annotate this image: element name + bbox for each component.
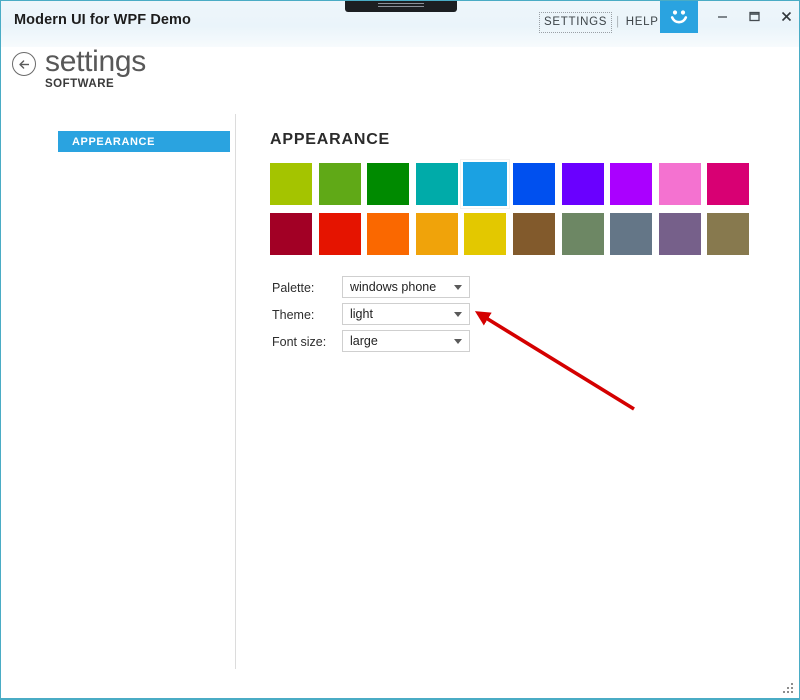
maximize-icon xyxy=(748,11,760,21)
resize-grip-dot xyxy=(791,691,793,693)
accent-swatch-red[interactable] xyxy=(318,213,361,255)
smiley-face-glyph xyxy=(670,10,688,24)
link-separator: | xyxy=(616,16,620,28)
accent-color-row xyxy=(270,160,760,210)
close-icon xyxy=(781,11,791,21)
option-row-palette: Palette: windows phone xyxy=(270,276,600,303)
minimize-button[interactable] xyxy=(706,1,738,31)
accent-color-row xyxy=(270,210,760,260)
theme-dropdown[interactable]: light xyxy=(342,303,470,325)
accent-swatch-orange[interactable] xyxy=(367,213,410,255)
accent-swatch-yellow[interactable] xyxy=(464,213,507,255)
accent-color-grid xyxy=(270,160,760,260)
app-window: Modern UI for WPF Demo SETTINGS | HELP s… xyxy=(0,0,800,700)
accent-swatch-teal[interactable] xyxy=(415,163,458,205)
drag-handle[interactable] xyxy=(345,1,457,12)
font-size-label: Font size: xyxy=(272,335,327,349)
font-size-dropdown[interactable]: large xyxy=(342,330,470,352)
back-arrow-icon xyxy=(18,59,29,69)
resize-grip-dot xyxy=(791,687,793,689)
page-title: settings xyxy=(45,45,146,78)
link-help[interactable]: HELP xyxy=(624,12,661,32)
accent-swatch-magenta[interactable] xyxy=(707,163,750,205)
accent-swatch-crimson[interactable] xyxy=(270,213,312,255)
option-row-theme: Theme: light xyxy=(270,303,600,330)
theme-label: Theme: xyxy=(272,308,315,322)
maximize-button[interactable] xyxy=(738,1,770,31)
accent-swatch-indigo[interactable] xyxy=(561,163,604,205)
accent-swatch-emerald[interactable] xyxy=(367,163,410,205)
chevron-down-icon xyxy=(454,339,462,344)
accent-swatch-taupe[interactable] xyxy=(707,213,750,255)
accent-swatch-olive[interactable] xyxy=(561,213,604,255)
page-subtitle: SOFTWARE xyxy=(45,78,115,90)
window-bottom-accent xyxy=(1,698,799,699)
accent-swatch-green[interactable] xyxy=(318,163,361,205)
title-bar[interactable]: Modern UI for WPF Demo SETTINGS | HELP xyxy=(1,1,799,47)
accent-swatch-pink[interactable] xyxy=(658,163,701,205)
app-title: Modern UI for WPF Demo xyxy=(14,12,191,28)
close-button[interactable] xyxy=(770,1,799,31)
appearance-options: Palette: windows phone Theme: light Font… xyxy=(270,276,600,357)
sidebar-item-appearance[interactable]: APPEARANCE xyxy=(58,131,230,152)
accent-swatch-amber[interactable] xyxy=(415,213,458,255)
resize-grip-dot xyxy=(787,687,789,689)
palette-label: Palette: xyxy=(272,281,315,295)
drag-handle-line xyxy=(378,6,424,7)
link-settings[interactable]: SETTINGS xyxy=(539,12,613,33)
accent-swatch-cyan[interactable] xyxy=(461,160,510,208)
chevron-down-icon xyxy=(454,312,462,317)
sidebar: APPEARANCE xyxy=(1,111,235,669)
sidebar-divider xyxy=(235,114,236,669)
palette-value: windows phone xyxy=(350,280,437,294)
back-button[interactable] xyxy=(12,52,36,76)
drag-handle-line xyxy=(378,3,424,4)
accent-swatch-lime[interactable] xyxy=(270,163,312,205)
sidebar-item-label: APPEARANCE xyxy=(72,135,156,148)
accent-swatch-mauve[interactable] xyxy=(658,213,701,255)
accent-swatch-brown[interactable] xyxy=(513,213,555,255)
resize-grip-dot xyxy=(791,683,793,685)
resize-grip-dot xyxy=(787,691,789,693)
theme-value: light xyxy=(350,307,373,321)
accent-swatch-cobalt[interactable] xyxy=(513,163,555,205)
font-size-value: large xyxy=(350,334,378,348)
accent-swatch-violet[interactable] xyxy=(610,163,653,205)
content-heading: APPEARANCE xyxy=(270,131,391,148)
resize-grip-icon[interactable] xyxy=(781,681,795,695)
accent-swatch-steel[interactable] xyxy=(610,213,653,255)
option-row-font-size: Font size: large xyxy=(270,330,600,357)
resize-grip-dot xyxy=(783,691,785,693)
minimize-icon xyxy=(717,15,727,18)
titlebar-links: SETTINGS | HELP xyxy=(539,12,661,33)
smiley-face-icon[interactable] xyxy=(660,1,698,33)
chevron-down-icon xyxy=(454,285,462,290)
palette-dropdown[interactable]: windows phone xyxy=(342,276,470,298)
